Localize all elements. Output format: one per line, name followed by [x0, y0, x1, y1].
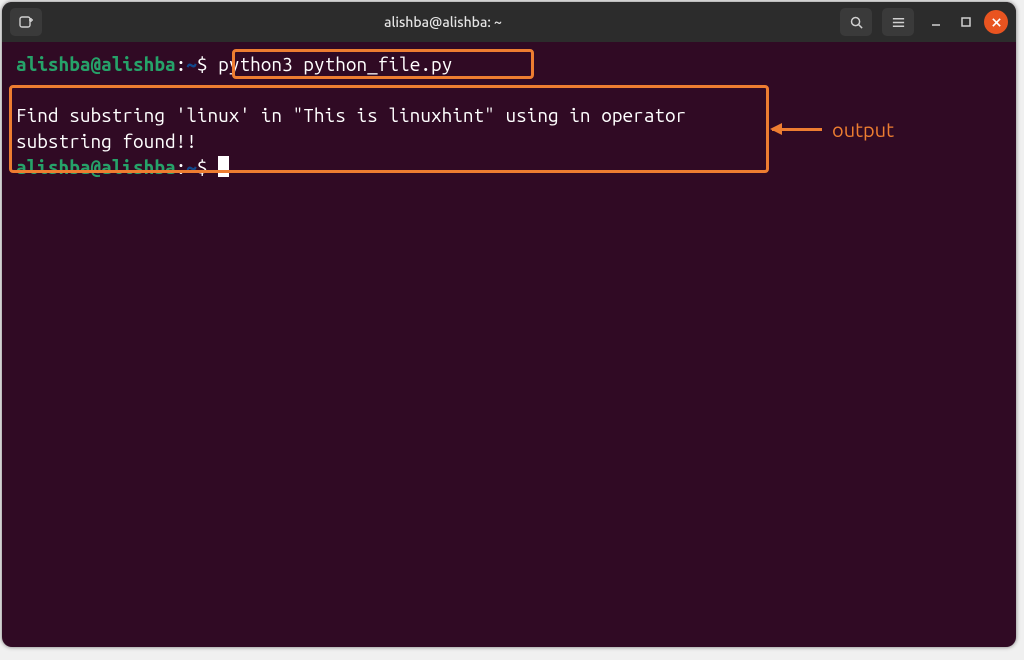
new-tab-button[interactable]	[10, 8, 42, 36]
prompt-separator: :	[176, 53, 187, 75]
search-button[interactable]	[840, 8, 872, 36]
terminal-body[interactable]: alishba@alishba:~$ python3 python_file.p…	[2, 42, 1016, 647]
prompt-user-host: alishba@alishba	[16, 53, 176, 75]
minimize-button[interactable]	[924, 10, 948, 34]
terminal-cursor	[218, 156, 229, 177]
titlebar-right	[840, 8, 1008, 36]
maximize-icon	[960, 16, 972, 28]
command-text: python3 python_file.py	[218, 53, 452, 75]
close-icon	[991, 17, 1002, 28]
prompt-line-1: alishba@alishba:~$ python3 python_file.p…	[16, 52, 1002, 78]
minimize-icon	[930, 16, 942, 28]
close-button[interactable]	[984, 10, 1008, 34]
terminal-window: alishba@alishba: ~	[2, 2, 1016, 647]
window-title: alishba@alishba: ~	[46, 14, 840, 30]
output-line-1: Find substring 'linux' in "This is linux…	[16, 103, 1002, 129]
prompt-path: ~	[186, 53, 197, 75]
prompt-path: ~	[186, 156, 197, 178]
hamburger-icon	[891, 15, 906, 30]
prompt-symbol: $	[197, 53, 208, 75]
maximize-button[interactable]	[954, 10, 978, 34]
prompt-separator: :	[176, 156, 187, 178]
search-icon	[849, 15, 864, 30]
prompt-user-host: alishba@alishba	[16, 156, 176, 178]
menu-button[interactable]	[882, 8, 914, 36]
titlebar: alishba@alishba: ~	[2, 2, 1016, 42]
prompt-symbol: $	[197, 156, 208, 178]
output-line-2: substring found!!	[16, 129, 1002, 155]
prompt-line-2: alishba@alishba:~$	[16, 155, 1002, 181]
titlebar-left	[10, 8, 46, 36]
new-tab-icon	[18, 14, 34, 30]
blank-line	[16, 78, 1002, 104]
